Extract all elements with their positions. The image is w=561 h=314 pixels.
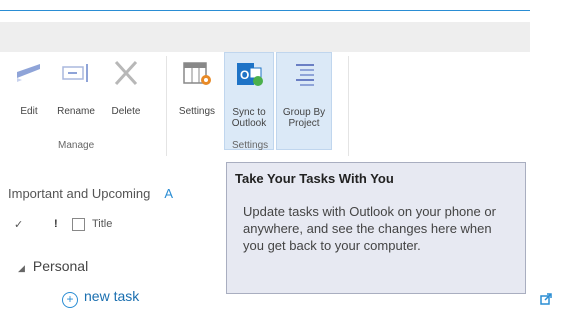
rename-label: Rename	[57, 106, 95, 117]
view-next-link[interactable]: A	[164, 186, 173, 201]
group-separator	[348, 56, 349, 156]
delete-label: Delete	[111, 106, 141, 117]
view-important-and-upcoming[interactable]: Important and Upcoming	[8, 186, 150, 201]
settings-group-label: Settings	[232, 140, 269, 151]
edit-label: Edit	[20, 106, 38, 117]
edit-icon	[14, 58, 44, 91]
delete-button[interactable]: Delete	[102, 52, 150, 148]
ribbon: Edit Rename Delete Manage Settings O Syn…	[0, 52, 530, 162]
tooltip-body: Update tasks with Outlook on your phone …	[243, 204, 496, 253]
collapse-triangle-icon[interactable]: ◢	[18, 263, 25, 273]
top-accent-line	[0, 10, 530, 11]
outlook-sync-icon: O	[234, 59, 264, 92]
group-name: Personal	[32, 258, 89, 274]
new-task-label: new task	[84, 288, 140, 304]
ribbon-tab-band	[0, 22, 530, 52]
sync-to-outlook-button[interactable]: O Sync to Outlook	[224, 52, 274, 150]
title-column-header[interactable]: Title	[92, 218, 112, 230]
add-icon: +	[62, 292, 78, 308]
delete-icon	[111, 58, 141, 91]
settings-button[interactable]: Settings	[172, 52, 222, 148]
settings-icon	[181, 58, 213, 91]
popout-icon[interactable]	[540, 293, 552, 305]
tooltip-title: Take Your Tasks With You	[235, 171, 394, 186]
group-header-personal[interactable]: ◢ Personal	[18, 258, 88, 274]
select-all-checkbox[interactable]	[72, 218, 85, 231]
group-by-project-button[interactable]: Group By Project	[276, 52, 332, 150]
manage-group-label: Manage	[58, 140, 95, 151]
group-by-project-label: Group By Project	[282, 107, 326, 129]
priority-column-header[interactable]: !	[54, 218, 58, 230]
group-by-icon	[289, 59, 319, 92]
new-task-link[interactable]: + new task	[62, 288, 139, 308]
tooltip: Take Your Tasks With You Update tasks wi…	[226, 162, 526, 294]
sync-to-outlook-label: Sync to Outlook	[231, 107, 267, 129]
svg-text:O: O	[240, 68, 249, 82]
group-separator	[166, 56, 167, 156]
rename-icon	[60, 58, 92, 91]
view-selector: Important and Upcoming A	[8, 186, 173, 201]
rename-button[interactable]: Rename	[52, 52, 100, 148]
completed-column-header[interactable]: ✓	[14, 218, 23, 231]
settings-label: Settings	[178, 106, 216, 117]
edit-button[interactable]: Edit	[8, 52, 50, 148]
